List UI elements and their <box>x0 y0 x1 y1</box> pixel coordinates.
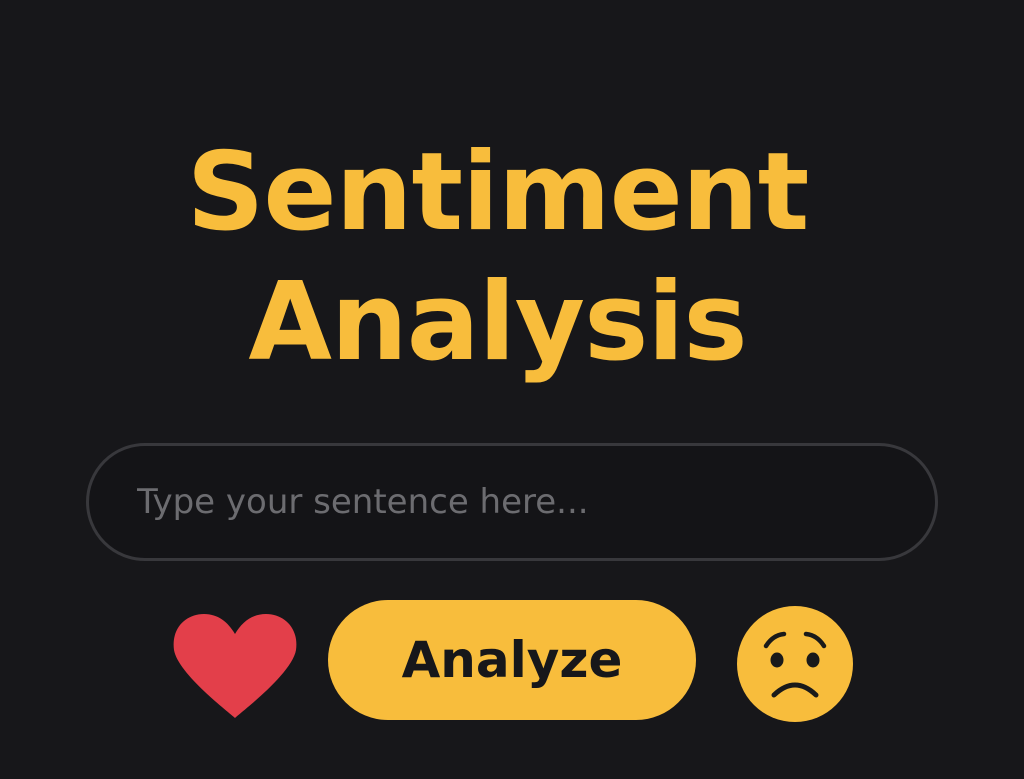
page-title-line-1: Sentiment <box>186 130 810 255</box>
heart-icon-graphic <box>173 614 297 718</box>
page-title-line-2: Analysis <box>248 260 747 385</box>
analyze-button[interactable]: Analyze <box>328 600 696 720</box>
sentence-input[interactable] <box>137 446 897 558</box>
heart-icon <box>172 612 298 720</box>
sad-face-icon <box>736 605 854 723</box>
page-title: Sentiment Analysis <box>0 128 995 388</box>
sentence-input-container[interactable] <box>86 443 938 561</box>
sad-face-icon-graphic <box>737 606 853 722</box>
